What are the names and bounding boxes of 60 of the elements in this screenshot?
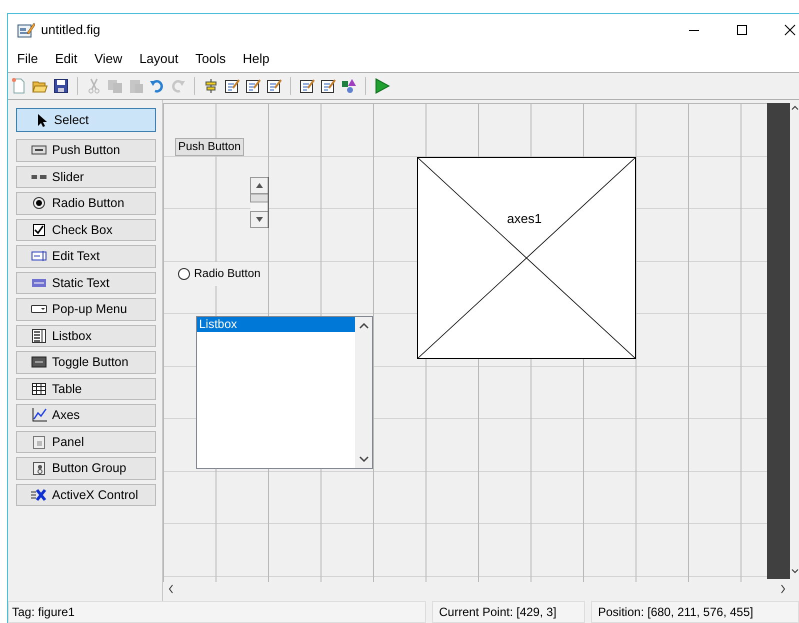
push-button[interactable]: Push Button [175, 138, 244, 156]
scroll-up-icon[interactable] [790, 104, 798, 112]
palette-button[interactable]: Static Text [16, 272, 156, 294]
close-icon[interactable] [784, 24, 796, 36]
figure-icon [17, 20, 35, 38]
listbox[interactable]: Listbox [196, 316, 373, 469]
edit-text-icon [31, 249, 47, 264]
document-edit-icon[interactable] [245, 78, 261, 94]
toggle-button-icon [31, 355, 47, 370]
activex-icon [31, 488, 47, 502]
button-group-icon [31, 461, 47, 476]
menu-item[interactable]: File [17, 51, 38, 66]
status-current-point: Current Point: [429, 3] [432, 601, 585, 623]
panel-icon [31, 434, 47, 449]
axes-label: axes1 [507, 211, 542, 226]
menu-item[interactable]: Help [242, 51, 270, 66]
chart-icon [31, 408, 47, 422]
maximize-icon[interactable] [736, 24, 748, 36]
save-icon[interactable] [53, 78, 69, 94]
palette-button[interactable]: Toggle Button [16, 351, 156, 374]
align-icon[interactable] [203, 78, 219, 94]
palette-button[interactable]: Panel [16, 430, 156, 453]
listbox-icon [31, 328, 47, 343]
menu-item[interactable]: Edit [54, 51, 78, 66]
undo-icon[interactable] [149, 78, 165, 94]
scroll-down-icon[interactable] [790, 567, 798, 575]
palette-button[interactable]: Push Button [16, 139, 156, 162]
scroll-right-icon[interactable] [779, 584, 787, 594]
palette-button[interactable]: Axes [16, 404, 156, 426]
palette-button[interactable]: Button Group [16, 457, 156, 480]
palette-button[interactable]: Slider [16, 166, 156, 188]
document-edit-icon[interactable] [320, 78, 336, 94]
document-edit-icon[interactable] [299, 78, 315, 94]
palette-button[interactable]: Radio Button [16, 192, 156, 214]
scroll-down-icon[interactable] [358, 455, 368, 463]
run-icon[interactable] [374, 78, 390, 94]
push-button-icon [31, 143, 47, 158]
scroll-up-icon[interactable] [358, 322, 368, 330]
status-position: Position: [680, 211, 576, 455] [591, 601, 799, 623]
checkbox-icon [31, 222, 47, 237]
radio-button-icon [31, 196, 47, 210]
palette-button[interactable]: Listbox [16, 324, 156, 347]
scroll-left-icon[interactable] [167, 584, 175, 594]
document-edit-icon[interactable] [266, 78, 282, 94]
menu-item[interactable]: Layout [139, 51, 178, 66]
palette-button[interactable]: Edit Text [16, 245, 156, 268]
status-tag: Tag: figure1 [8, 601, 426, 623]
palette-button[interactable]: Select [16, 108, 156, 132]
palette-button[interactable]: Pop-up Menu [16, 298, 156, 320]
window-title: untitled.fig [41, 22, 102, 37]
palette-button[interactable]: ActiveX Control [16, 484, 156, 506]
palette-button[interactable]: Check Box [16, 218, 156, 241]
table-icon [31, 382, 47, 396]
new-file-icon[interactable] [11, 78, 27, 94]
menu-item[interactable]: View [94, 51, 122, 66]
list-item[interactable]: Listbox [197, 317, 355, 332]
shapes-icon[interactable] [341, 78, 357, 94]
palette-button[interactable]: Table [16, 378, 156, 400]
document-edit-icon[interactable] [224, 78, 240, 94]
menu-item[interactable]: Tools [195, 51, 226, 66]
